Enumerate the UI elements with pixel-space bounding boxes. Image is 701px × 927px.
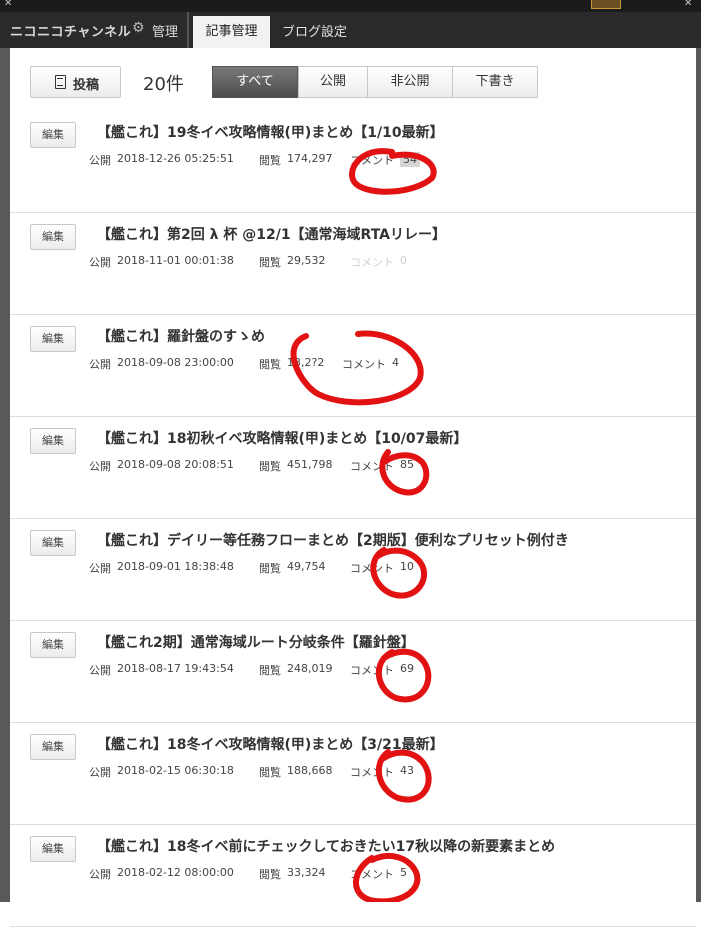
article-title[interactable]: 【艦これ】18冬イベ前にチェックしておきたい17秋以降の新要素まとめ <box>97 836 555 856</box>
article-title[interactable]: 【艦これ】デイリー等任務フローまとめ【2期版】便利なプリセット例付き <box>97 530 569 550</box>
views-label: 閲覧 <box>259 154 281 167</box>
filter-draft[interactable]: 下書き <box>452 66 538 98</box>
publish-date: 2018-12-26 05:25:51 <box>117 152 234 165</box>
views-label: 閲覧 <box>259 460 281 473</box>
views-label: 閲覧 <box>259 256 281 269</box>
article-title[interactable]: 【艦これ】19冬イベ攻略情報(甲)まとめ【1/10最新】 <box>97 122 444 142</box>
comment-label: コメント <box>350 664 394 677</box>
comment-count: 69 <box>400 662 414 675</box>
views-label: 閲覧 <box>259 664 281 677</box>
nav-divider <box>187 12 189 48</box>
comment-count: 85 <box>400 458 414 471</box>
view-count: 29,532 <box>287 254 326 267</box>
edit-button[interactable]: 編集 <box>30 326 76 352</box>
tab-article-management[interactable]: 記事管理 <box>193 16 270 48</box>
article-row: 編集 【艦これ】19冬イベ攻略情報(甲)まとめ【1/10最新】公開 2018-12-… <box>10 110 696 213</box>
publish-date: 2018-09-08 23:00:00 <box>117 356 234 369</box>
publish-date: 2018-11-01 00:01:38 <box>117 254 234 267</box>
article-row: 編集 【艦これ】18冬イベ攻略情報(甲)まとめ【3/21最新】公開 2018-02-… <box>10 722 696 825</box>
publish-date: 2018-09-08 20:08:51 <box>117 458 234 471</box>
views-label: 閲覧 <box>259 868 281 881</box>
edit-button[interactable]: 編集 <box>30 734 76 760</box>
view-count: 248,019 <box>287 662 333 675</box>
article-row: 編集 【艦これ】18初秋イベ攻略情報(甲)まとめ【10/07最新】公開 2018-0… <box>10 416 696 519</box>
document-icon <box>55 75 66 89</box>
tab-blog-settings[interactable]: ブログ設定 <box>282 21 347 40</box>
navbar: ニコニコチャンネル ⚙ 管理 記事管理 ブログ設定 <box>0 12 701 48</box>
edit-button[interactable]: 編集 <box>30 836 76 862</box>
status-label: 公開 <box>89 562 111 575</box>
view-count: 451,798 <box>287 458 333 471</box>
article-title[interactable]: 【艦これ】18初秋イベ攻略情報(甲)まとめ【10/07最新】 <box>97 428 467 448</box>
article-count: 20件 <box>143 74 184 95</box>
edit-button[interactable]: 編集 <box>30 122 76 148</box>
status-label: 公開 <box>89 358 111 371</box>
publish-date: 2018-08-17 19:43:54 <box>117 662 234 675</box>
comment-label: コメント <box>350 154 394 167</box>
comment-label: コメント <box>350 766 394 779</box>
article-row: 編集 【艦これ】18冬イベ前にチェックしておきたい17秋以降の新要素まとめ公開 20… <box>10 824 696 927</box>
status-label: 公開 <box>89 256 111 269</box>
manage-label[interactable]: 管理 <box>152 21 178 40</box>
views-label: 閲覧 <box>259 766 281 779</box>
post-button-label: 投稿 <box>73 78 100 93</box>
top-strip: ✕ ✕ <box>0 0 701 12</box>
article-title[interactable]: 【艦これ】18冬イベ攻略情報(甲)まとめ【3/21最新】 <box>97 734 444 754</box>
publish-date: 2018-09-01 18:38:48 <box>117 560 234 573</box>
article-row: 編集 【艦これ】羅針盤のすゝめ公開 2018-09-08 23:00:00 閲覧 13,… <box>10 314 696 417</box>
comment-count: 5 <box>400 866 407 879</box>
view-count: 174,297 <box>287 152 333 165</box>
publish-date: 2018-02-12 08:00:00 <box>117 866 234 879</box>
comment-count: 0 <box>400 254 407 267</box>
view-count: 13,2?2 <box>287 356 325 369</box>
filter-private[interactable]: 非公開 <box>367 66 453 98</box>
left-gutter <box>0 48 10 902</box>
comment-label: コメント <box>350 868 394 881</box>
status-label: 公開 <box>89 664 111 677</box>
article-row: 編集 【艦これ】デイリー等任務フローまとめ【2期版】便利なプリセット例付き公開 20… <box>10 518 696 621</box>
edit-button[interactable]: 編集 <box>30 530 76 556</box>
view-count: 49,754 <box>287 560 326 573</box>
filter-public[interactable]: 公開 <box>298 66 368 98</box>
post-button[interactable]: 投稿 <box>30 66 121 98</box>
status-label: 公開 <box>89 460 111 473</box>
brand-logo[interactable]: ニコニコチャンネル <box>10 21 131 40</box>
edit-button[interactable]: 編集 <box>30 428 76 454</box>
status-label: 公開 <box>89 868 111 881</box>
comment-label: コメント <box>350 562 394 575</box>
filter-all[interactable]: すべて <box>212 66 298 98</box>
comment-count: 4 <box>392 356 399 369</box>
article-title[interactable]: 【艦これ】第2回 λ 杯 @12/1【通常海域RTAリレー】 <box>97 224 446 244</box>
edit-button[interactable]: 編集 <box>30 632 76 658</box>
article-row: 編集 【艦これ】第2回 λ 杯 @12/1【通常海域RTAリレー】公開 2018-1… <box>10 212 696 315</box>
comment-label: コメント <box>350 256 394 269</box>
views-label: 閲覧 <box>259 562 281 575</box>
comment-count: 54 <box>400 152 420 167</box>
top-right-icon: ✕ <box>684 0 693 9</box>
edit-button[interactable]: 編集 <box>30 224 76 250</box>
view-count: 188,668 <box>287 764 333 777</box>
publish-date: 2018-02-15 06:30:18 <box>117 764 234 777</box>
views-label: 閲覧 <box>259 358 281 371</box>
gear-icon: ⚙ <box>132 20 145 36</box>
article-title[interactable]: 【艦これ2期】通常海域ルート分岐条件【羅針盤】 <box>97 632 415 652</box>
status-label: 公開 <box>89 154 111 167</box>
comment-count: 43 <box>400 764 414 777</box>
avatar[interactable] <box>591 0 621 9</box>
comment-label: コメント <box>342 358 386 371</box>
article-row: 編集 【艦これ2期】通常海域ルート分岐条件【羅針盤】公開 2018-08-17 19… <box>10 620 696 723</box>
comment-count: 10 <box>400 560 414 573</box>
article-title[interactable]: 【艦これ】羅針盤のすゝめ <box>97 326 265 346</box>
top-icon: ✕ <box>4 0 13 9</box>
comment-label: コメント <box>350 460 394 473</box>
view-count: 33,324 <box>287 866 326 879</box>
right-gutter <box>696 48 701 902</box>
status-label: 公開 <box>89 766 111 779</box>
